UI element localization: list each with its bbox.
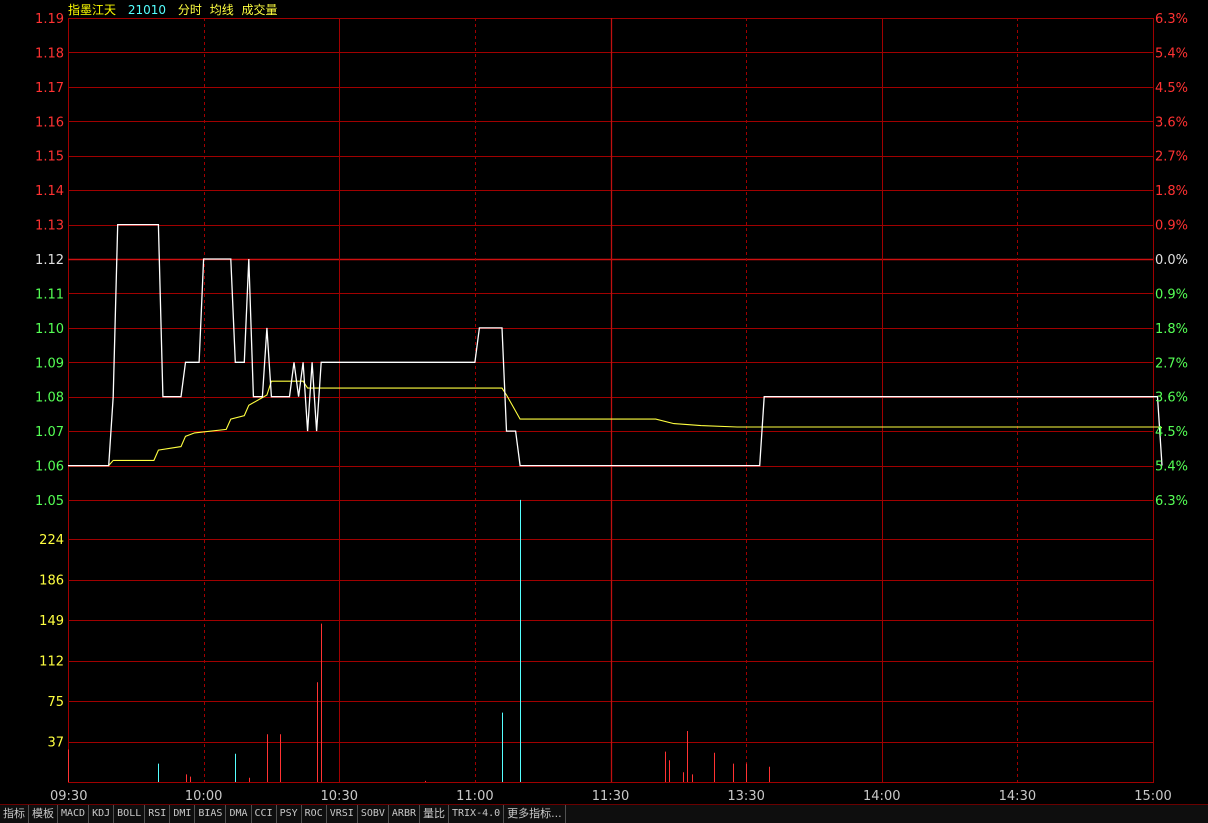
tab-kdj[interactable]: KDJ [89,805,115,823]
tab-trix[interactable]: TRIX-4.0 [449,805,505,823]
time-tick-label: 14:30 [999,789,1036,804]
percent-tick-label: 3.6% [1155,391,1188,406]
price-axis-labels: 1.19 1.18 1.17 1.16 1.15 1.14 1.13 1.12 1.11 1.10… [35,12,64,509]
volume-bars [68,499,770,782]
price-tick-label: 1.07 [35,425,64,440]
percent-axis-labels: 6.3% 5.4% 4.5% 3.6% 2.7% 1.8% 0.9% 0.0% 0.9% 1.8%… [1155,12,1188,509]
tab-boll[interactable]: BOLL [114,805,146,823]
tab-sobv[interactable]: SOBV [358,805,389,823]
percent-tick-label: 4.5% [1155,425,1188,440]
tab-dma[interactable]: DMA [226,805,252,823]
tag-volume[interactable]: 成交量 [242,3,278,17]
stock-code: 21010 [127,3,167,17]
percent-tick-label: 0.9% [1155,219,1188,234]
price-tick-label: 1.13 [35,219,64,234]
tab-vrsi[interactable]: VRSI [327,805,358,823]
time-tick-label: 09:30 [50,789,87,804]
percent-tick-label: 2.7% [1155,356,1188,371]
percent-tick-label: 6.3% [1155,12,1188,27]
percent-tick-label: 0.9% [1155,287,1188,302]
price-tick-label: 1.11 [35,287,64,302]
price-line-layer [68,223,1163,467]
volume-axis-labels: 224 186 149 112 75 37 [39,533,64,751]
price-tick-label: 1.08 [35,391,64,406]
volume-tick-label: 149 [39,614,64,629]
percent-tick-label: 1.8% [1155,322,1188,337]
percent-tick-label: 6.3% [1155,494,1188,509]
percent-tick-label: 1.8% [1155,184,1188,199]
time-tick-label: 11:30 [592,789,629,804]
percent-tick-label: 4.5% [1155,81,1188,96]
price-tick-label: 1.09 [35,356,64,371]
time-tick-label: 14:00 [863,789,900,804]
price-tick-label: 1.18 [35,46,64,61]
tab-roc[interactable]: ROC [302,805,327,823]
tab-rsi[interactable]: RSI [145,805,171,823]
price-tick-label: 1.19 [35,12,64,27]
price-tick-label: 1.05 [35,494,64,509]
time-tick-label: 11:00 [456,789,493,804]
price-tick-label: 1.06 [35,460,64,475]
tab-template[interactable]: 模板 [29,805,58,823]
time-tick-label: 10:30 [321,789,358,804]
tab-volume-ratio[interactable]: 量比 [420,805,449,823]
chart-header: 指墨江天 21010 分时 均线 成交量 [68,2,282,18]
tag-fenshi[interactable]: 分时 [178,3,202,17]
tab-bar-filler [566,805,1208,823]
price-tick-label: 1.12 [35,253,64,268]
percent-tick-label: 3.6% [1155,115,1188,130]
time-tick-label: 10:00 [185,789,222,804]
volume-tick-label: 186 [39,574,64,589]
percent-tick-label: 5.4% [1155,460,1188,475]
time-tick-label: 13:30 [727,789,764,804]
stock-name: 指墨江天 [68,3,117,17]
volume-tick-label: 37 [47,736,64,751]
tab-macd[interactable]: MACD [58,805,90,823]
chart-grid [68,18,1154,783]
tab-psy[interactable]: PSY [277,805,302,823]
tab-more-indicators[interactable]: 更多指标... [504,805,566,823]
price-tick-label: 1.10 [35,322,64,337]
tab-cci[interactable]: CCI [252,805,277,823]
price-tick-label: 1.15 [35,150,64,165]
volume-tick-label: 224 [39,533,64,548]
tab-bias[interactable]: BIAS [195,805,227,823]
indicator-tab-bar: 指标 模板 MACD KDJ BOLL RSI DMI BIAS DMA CCI… [0,804,1208,823]
intraday-chart[interactable]: 1.19 1.18 1.17 1.16 1.15 1.14 1.13 1.12 1.11 1.10… [0,0,1208,804]
price-tick-label: 1.14 [35,184,64,199]
price-tick-label: 1.17 [35,81,64,96]
percent-tick-label: 5.4% [1155,46,1188,61]
percent-tick-label: 0.0% [1155,253,1188,268]
volume-tick-label: 112 [39,655,64,670]
tab-arbr[interactable]: ARBR [389,805,420,823]
average-line-layer [68,380,1163,467]
average-price-line [68,380,1163,467]
price-line [68,223,1163,467]
tab-dmi[interactable]: DMI [170,805,196,823]
time-tick-label: 15:00 [1134,789,1171,804]
tag-average[interactable]: 均线 [210,3,234,17]
percent-tick-label: 2.7% [1155,150,1188,165]
volume-tick-label: 75 [47,695,64,710]
time-axis-labels: 09:30 10:00 10:30 11:00 11:30 13:30 14:00 14:30… [50,789,1172,804]
tab-indicator[interactable]: 指标 [0,805,29,823]
price-tick-label: 1.16 [35,115,64,130]
